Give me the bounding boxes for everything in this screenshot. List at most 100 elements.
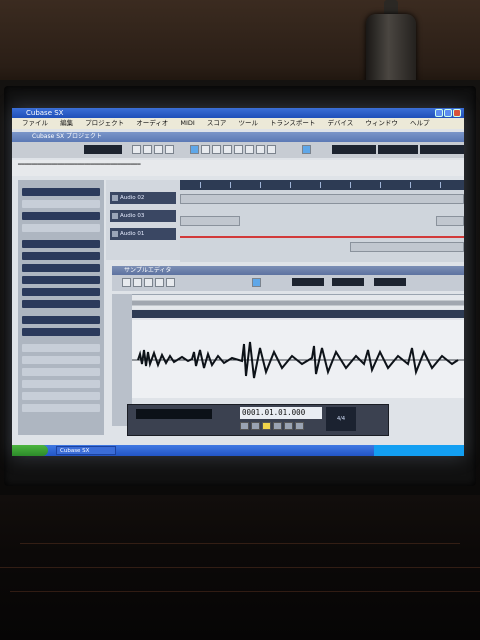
track-audio-02[interactable]: Audio 02 — [110, 192, 176, 204]
ruler-tick — [350, 182, 351, 188]
editor-ruler[interactable] — [132, 310, 464, 318]
track-name: Audio 03 — [120, 213, 145, 219]
inspector-row[interactable] — [22, 276, 100, 284]
toolbar-field[interactable] — [84, 145, 122, 154]
menu-edit[interactable]: 編集 — [60, 119, 73, 127]
editor-play-icon[interactable] — [252, 278, 261, 287]
menu-devices[interactable]: デバイス — [328, 119, 354, 127]
inspector-row[interactable] — [22, 316, 100, 324]
windows-taskbar: Cubase SX — [12, 445, 464, 456]
monitor-screen: Cubase SX ファイル 編集 プロジェクト オーディオ MIDI スコア … — [12, 108, 464, 456]
project-toolbar — [12, 142, 464, 158]
split-tool-icon[interactable] — [212, 145, 221, 154]
play-button[interactable] — [284, 422, 293, 430]
pointer-tool-icon[interactable] — [190, 145, 199, 154]
grid-type-field[interactable] — [332, 145, 376, 154]
menu-help[interactable]: ヘルプ — [410, 119, 430, 127]
ruler-tick — [410, 182, 411, 188]
toolbar-tool-icon[interactable] — [154, 145, 163, 154]
transport-locators-display — [162, 409, 212, 419]
menu-file[interactable]: ファイル — [22, 119, 48, 127]
inspector-row[interactable] — [22, 328, 100, 336]
mute-tool-icon[interactable] — [256, 145, 265, 154]
inspector-row[interactable] — [22, 212, 100, 220]
inspector-row[interactable] — [22, 288, 100, 296]
audio-event[interactable] — [350, 242, 464, 252]
inspector-row[interactable] — [22, 300, 100, 308]
event-display[interactable] — [180, 190, 464, 262]
editor-tool-icon[interactable] — [133, 278, 142, 287]
waveform-display[interactable] — [132, 320, 464, 398]
overview-waveform — [132, 300, 464, 306]
menu-score[interactable]: スコア — [207, 119, 227, 127]
inspector-row[interactable] — [22, 380, 100, 388]
range-tool-icon[interactable] — [201, 145, 210, 154]
taskbar-app-button[interactable]: Cubase SX — [56, 446, 116, 455]
toolbar-tool-icon[interactable] — [143, 145, 152, 154]
maximize-icon[interactable] — [444, 109, 452, 117]
cycle-button[interactable] — [262, 422, 271, 430]
waveform — [132, 341, 464, 379]
rewind-button[interactable] — [240, 422, 249, 430]
desk-reflection — [10, 591, 480, 592]
inspector-row[interactable] — [22, 356, 100, 364]
desk-reflection — [20, 543, 460, 544]
track-color-swatch — [112, 231, 118, 237]
inspector-row[interactable] — [22, 344, 100, 352]
audio-event[interactable] — [180, 194, 464, 204]
inspector-row[interactable] — [22, 404, 100, 412]
editor-field[interactable] — [332, 278, 364, 286]
info-line: ━━━━━━━━━━━━━━━━━━━━━━━━━━━━━━━━━━━━━ — [12, 160, 464, 176]
inspector-row[interactable] — [22, 368, 100, 376]
system-tray — [374, 445, 464, 456]
minimize-icon[interactable] — [435, 109, 443, 117]
color-field[interactable] — [420, 145, 464, 154]
transport-position-counter[interactable]: 0001.01.01.000 — [240, 407, 322, 419]
inspector-row[interactable] — [22, 200, 100, 208]
erase-tool-icon[interactable] — [234, 145, 243, 154]
glue-tool-icon[interactable] — [223, 145, 232, 154]
editor-tool-icon[interactable] — [166, 278, 175, 287]
project-window-title: Cubase SX プロジェクト — [12, 132, 464, 142]
track-audio-01[interactable]: Audio 01 — [110, 228, 176, 240]
menu-transport[interactable]: トランスポート — [270, 119, 315, 127]
record-button[interactable] — [295, 422, 304, 430]
inspector-row[interactable] — [22, 392, 100, 400]
snap-toggle-icon[interactable] — [302, 145, 311, 154]
menu-midi[interactable]: MIDI — [180, 119, 194, 127]
editor-tool-icon[interactable] — [155, 278, 164, 287]
menu-project[interactable]: プロジェクト — [85, 119, 124, 127]
ruler-tick — [380, 182, 381, 188]
start-button[interactable] — [12, 445, 48, 456]
inspector-row[interactable] — [22, 264, 100, 272]
inspector-row[interactable] — [22, 224, 100, 232]
inspector-row[interactable] — [22, 252, 100, 260]
editor-tool-icon[interactable] — [122, 278, 131, 287]
photo-scene: Cubase SX ファイル 編集 プロジェクト オーディオ MIDI スコア … — [0, 0, 480, 640]
inspector-row[interactable] — [22, 240, 100, 248]
editor-field[interactable] — [292, 278, 324, 286]
editor-field[interactable] — [374, 278, 406, 286]
forward-button[interactable] — [251, 422, 260, 430]
track-audio-03[interactable]: Audio 03 — [110, 210, 176, 222]
ruler-tick — [320, 182, 321, 188]
menu-tools[interactable]: ツール — [238, 119, 258, 127]
stop-button[interactable] — [273, 422, 282, 430]
desk-surface — [0, 495, 480, 640]
toolbar-tool-icon[interactable] — [132, 145, 141, 154]
audio-event[interactable] — [180, 216, 240, 226]
zoom-tool-icon[interactable] — [245, 145, 254, 154]
inspector-row[interactable] — [22, 188, 100, 196]
menu-window[interactable]: ウィンドウ — [365, 119, 398, 127]
ruler-tick — [290, 182, 291, 188]
editor-tool-icon[interactable] — [144, 278, 153, 287]
tempo-display: 4/4 — [326, 407, 356, 431]
draw-tool-icon[interactable] — [267, 145, 276, 154]
quantize-field[interactable] — [378, 145, 418, 154]
audio-event[interactable] — [436, 216, 464, 226]
toolbar-tool-icon[interactable] — [165, 145, 174, 154]
close-icon[interactable] — [453, 109, 461, 117]
menu-audio[interactable]: オーディオ — [136, 119, 168, 127]
waveform-overview[interactable] — [132, 294, 464, 309]
project-ruler[interactable] — [180, 180, 464, 190]
